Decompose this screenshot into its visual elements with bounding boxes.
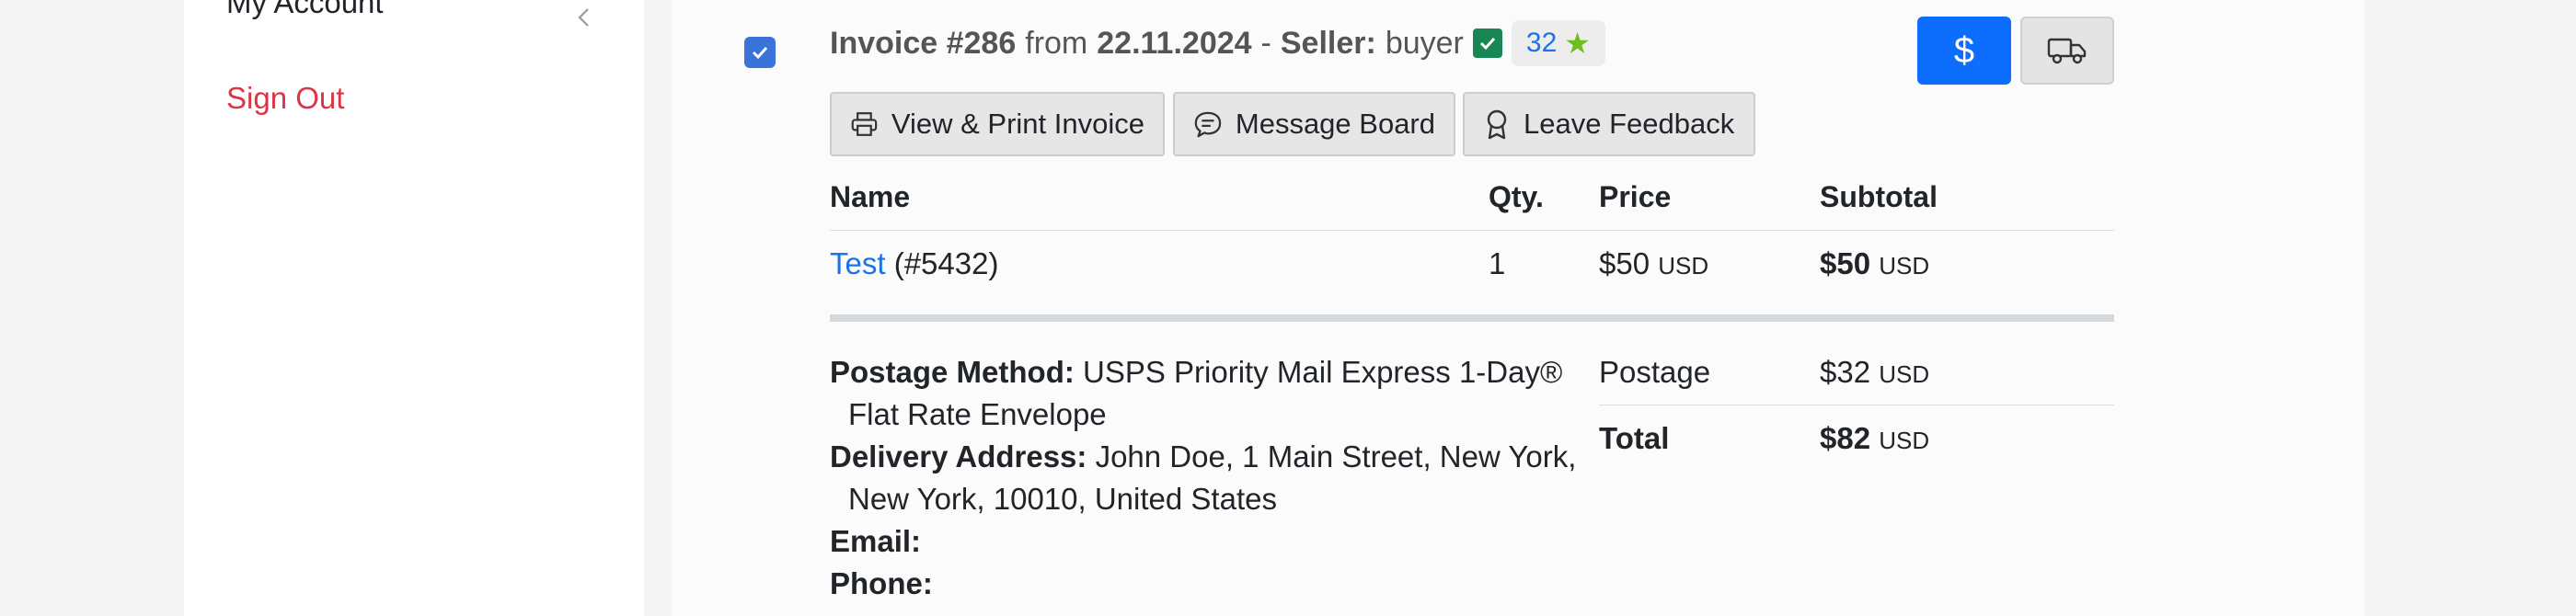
leave-feedback-button[interactable]: Leave Feedback: [1463, 92, 1755, 156]
postage-value: $32: [1820, 355, 1871, 389]
postage-method-cont: Flat Rate Envelope: [830, 394, 1593, 436]
delivery-address-cont: New York, 10010, United States: [830, 478, 1593, 520]
shipping-button[interactable]: [2020, 17, 2114, 85]
total-value: $82: [1820, 421, 1871, 455]
dollar-icon: $: [1953, 29, 1975, 71]
item-qty: 1: [1489, 246, 1506, 280]
rating-value: 32: [1525, 28, 1558, 58]
award-icon: [1487, 109, 1507, 140]
item-price-currency: USD: [1658, 252, 1709, 279]
verified-check-icon: [1472, 29, 1502, 58]
sidebar: My Account Sign Out: [184, 0, 644, 616]
phone-label: Phone:: [830, 566, 933, 600]
invoice-date: 22.11.2024: [1097, 25, 1252, 61]
delivery-address: Delivery Address: John Doe, 1 Main Stree…: [830, 436, 1593, 478]
item-link[interactable]: Test: [830, 246, 886, 280]
delivery-address-label: Delivery Address:: [830, 439, 1087, 473]
seller-label: Seller:: [1280, 25, 1376, 61]
invoice-from-word: from: [1025, 25, 1088, 61]
email-row: Email:: [830, 520, 1593, 563]
seller-name: buyer: [1385, 25, 1464, 61]
invoice-dash: -: [1260, 25, 1271, 61]
postage-method-line2: Flat Rate Envelope: [848, 397, 1107, 431]
table-header-divider: [830, 230, 2114, 231]
printer-icon: [851, 112, 878, 136]
postage-method-line1: USPS Priority Mail Express 1-Day®: [1083, 355, 1563, 389]
item-subtotal-cell: $50 USD: [1820, 246, 1929, 281]
delivery-address-line1: John Doe, 1 Main Street, New York,: [1095, 439, 1577, 473]
postage-method: Postage Method: USPS Priority Mail Expre…: [830, 351, 1593, 394]
item-name-cell: Test (#5432): [830, 246, 998, 281]
total-value-cell: $82 USD: [1820, 421, 1929, 456]
item-subtotal: $50: [1820, 246, 1871, 280]
column-header-name: Name: [830, 180, 911, 213]
view-print-invoice-button[interactable]: View & Print Invoice: [830, 92, 1165, 156]
seller-rating-badge[interactable]: 32 ★: [1511, 20, 1605, 66]
chevron-left-icon[interactable]: [570, 4, 598, 31]
column-header-subtotal: Subtotal: [1820, 180, 1938, 213]
leave-feedback-label: Leave Feedback: [1524, 108, 1735, 140]
postage-label: Postage: [1599, 355, 1711, 389]
invoice-title: Invoice #286: [830, 25, 1017, 61]
email-label: Email:: [830, 524, 922, 558]
invoice-header: Invoice #286 from 22.11.2024 - Seller: b…: [830, 20, 1605, 66]
message-board-label: Message Board: [1235, 108, 1435, 140]
total-label: Total: [1599, 421, 1670, 455]
item-subtotal-currency: USD: [1879, 252, 1930, 279]
delivery-address-line2: New York, 10010, United States: [848, 482, 1277, 516]
sign-out-link[interactable]: Sign Out: [226, 81, 344, 116]
item-price: $50: [1599, 246, 1650, 280]
items-section-divider: [830, 314, 2114, 322]
item-id: (#5432): [893, 246, 999, 280]
star-icon: ★: [1564, 27, 1591, 60]
column-header-price: Price: [1599, 180, 1672, 213]
message-board-button[interactable]: Message Board: [1173, 92, 1455, 156]
postage-method-label: Postage Method:: [830, 355, 1075, 389]
column-header-qty: Qty.: [1489, 180, 1544, 213]
truck-icon: [2047, 38, 2087, 64]
check-icon: [752, 46, 768, 60]
invoice-select-checkbox[interactable]: [744, 37, 776, 68]
postage-value-cell: $32 USD: [1820, 355, 1929, 390]
sidebar-item-label: My Account: [226, 0, 384, 19]
pay-button[interactable]: $: [1917, 17, 2011, 85]
phone-row: Phone:: [830, 563, 1593, 605]
total-currency: USD: [1879, 427, 1930, 454]
sign-out-label: Sign Out: [226, 81, 345, 115]
item-price-cell: $50 USD: [1599, 246, 1708, 281]
view-print-invoice-label: View & Print Invoice: [891, 108, 1144, 140]
sidebar-item-my-account[interactable]: My Account: [226, 0, 384, 20]
chat-bubble-icon: [1194, 111, 1222, 138]
postage-currency: USD: [1879, 360, 1930, 388]
